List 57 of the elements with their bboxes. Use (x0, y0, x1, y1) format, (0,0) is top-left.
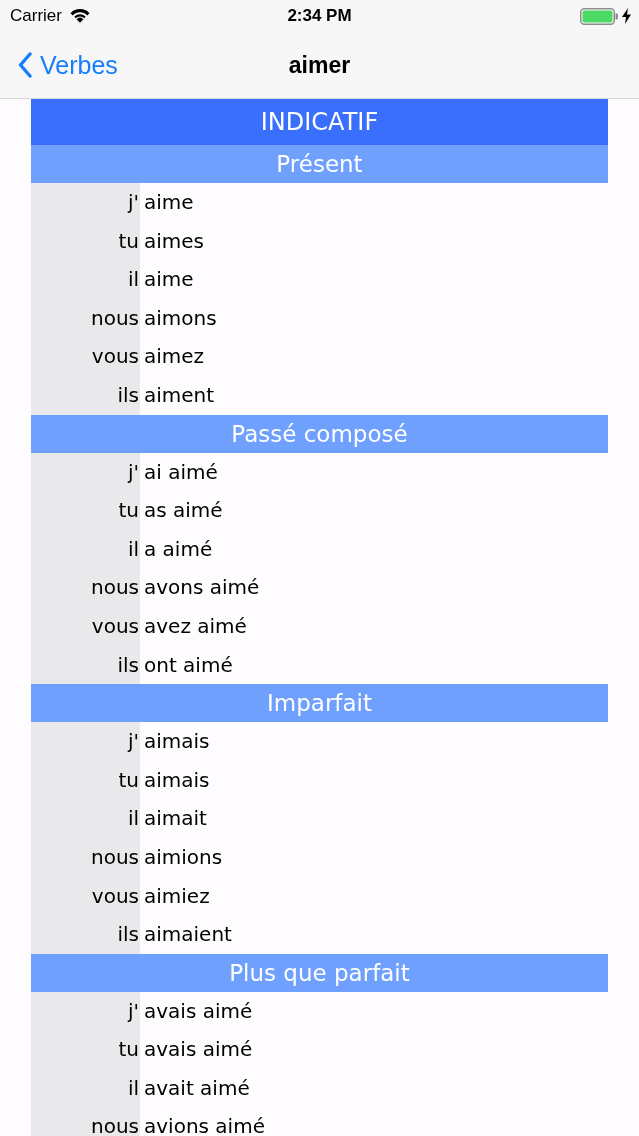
time-label: 2:34 PM (287, 6, 352, 26)
verb-form: aime (143, 189, 194, 216)
pronoun-cell: nous (31, 837, 140, 877)
verb-form: avions aimé (143, 1113, 265, 1136)
tense-header: Imparfait (31, 684, 608, 723)
tense-header: Plus que parfait (31, 953, 608, 992)
nav-title: aimer (288, 51, 351, 78)
verb-form: aime (143, 266, 194, 294)
pronoun-cell: j' (31, 183, 140, 222)
verb-form: avait aimé (143, 1074, 250, 1102)
pronoun-cell: ils (31, 645, 140, 685)
verb-form: aimait (143, 805, 207, 833)
verb-form: avais aimé (143, 1036, 253, 1064)
verb-form: ai aimé (143, 458, 218, 486)
chevron-left-icon (18, 52, 32, 78)
pronoun-cell: nous (31, 1107, 140, 1136)
verb-form: avez aimé (143, 612, 247, 640)
pronoun-cell: j' (31, 452, 140, 492)
pronoun-cell: ils (31, 915, 140, 954)
verb-form: aimais (143, 766, 210, 794)
pronoun-cell: il (31, 799, 140, 838)
verb-form: aimaient (143, 921, 232, 949)
verb-form: aimons (143, 304, 217, 332)
verb-form: aimiez (143, 882, 210, 910)
pronoun-cell: il (31, 1068, 140, 1108)
verb-form: aimais (143, 728, 210, 756)
pronoun-cell: vous (31, 337, 140, 376)
pronoun-cell: nous (31, 298, 140, 338)
pronoun-cell: tu (31, 760, 140, 800)
tense-header: Présent (31, 145, 608, 183)
verb-form: aimions (143, 843, 223, 871)
verb-form: ont aimé (143, 651, 233, 679)
pronoun-cell: il (31, 529, 140, 569)
pronoun-cell: il (31, 260, 140, 299)
tense-header: Passé composé (31, 414, 608, 453)
lightning-bolt-icon (622, 8, 631, 24)
pronoun-cell: tu (31, 1030, 140, 1069)
verb-form: aimez (143, 343, 205, 371)
pronoun-cell: j' (31, 991, 140, 1031)
pronoun-cell: tu (31, 491, 140, 530)
verb-form: a aimé (143, 535, 213, 563)
verb-form: avons aimé (143, 574, 260, 602)
pronoun-cell: j' (31, 722, 140, 761)
pronoun-cell: nous (31, 568, 140, 607)
verb-form: as aimé (143, 497, 223, 525)
verb-form: aimes (143, 227, 205, 255)
mood-header: INDICATIF (31, 99, 608, 145)
battery-icon (580, 7, 618, 25)
back-button[interactable]: Verbes (0, 52, 118, 78)
pronoun-cell: ils (31, 375, 140, 415)
verb-form: avais aimé (143, 997, 253, 1025)
carrier-label: Carrier (10, 5, 62, 28)
pronoun-cell: vous (31, 876, 140, 916)
pronoun-cell: tu (31, 221, 140, 261)
verb-form: aiment (143, 381, 215, 409)
wifi-icon (69, 9, 90, 23)
pronoun-cell: vous (31, 606, 140, 646)
